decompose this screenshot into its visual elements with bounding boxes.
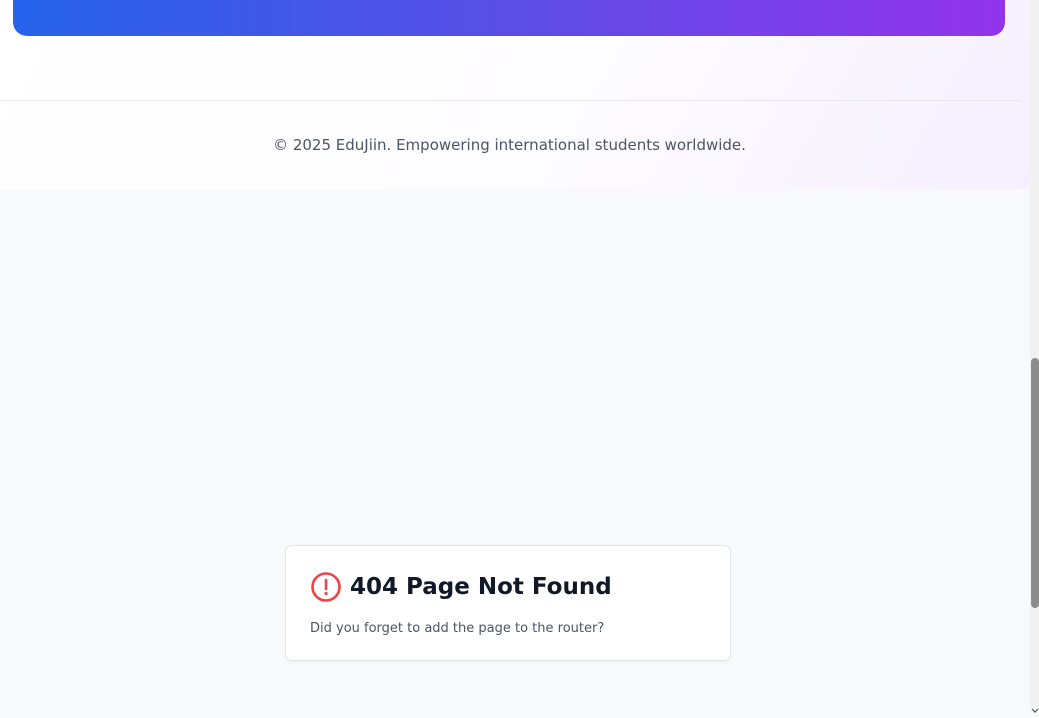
not-found-description: Did you forget to add the page to the ro… <box>310 621 605 636</box>
scroll-down-arrow-icon[interactable] <box>1031 699 1039 713</box>
gradient-banner <box>13 0 1005 36</box>
footer-section: © 2025 EduJiin. Empowering international… <box>0 0 1030 189</box>
scrollbar-thumb[interactable] <box>1031 358 1039 608</box>
page-title: 404 Page Not Found <box>350 574 612 600</box>
footer-copyright: © 2025 EduJiin. Empowering international… <box>273 136 746 154</box>
not-found-card: 404 Page Not Found Did you forget to add… <box>285 545 731 661</box>
footer-divider <box>0 100 1021 101</box>
alert-circle-icon <box>310 571 342 603</box>
card-header: 404 Page Not Found <box>310 571 612 603</box>
